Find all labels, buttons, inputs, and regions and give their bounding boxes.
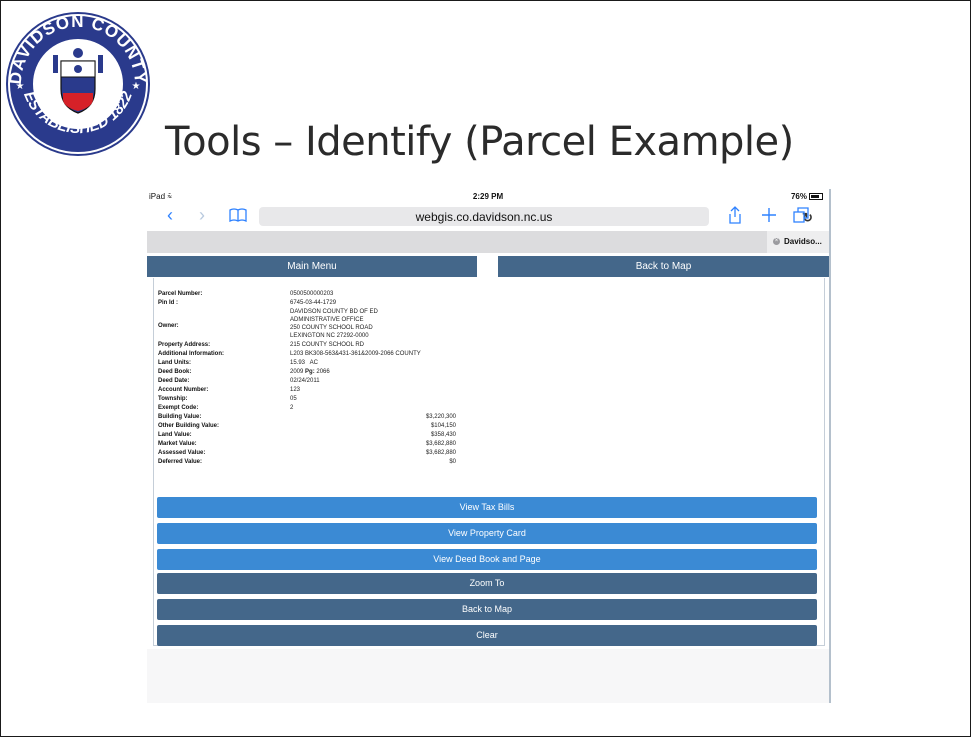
back-to-map-button[interactable]: Back to Map — [157, 599, 817, 620]
property-address-label: Property Address: — [158, 342, 211, 348]
browser-tab[interactable]: × Davidso... — [767, 231, 829, 253]
land-value-label: Land Value: — [158, 432, 192, 438]
owner-line-4: LEXINGTON NC 27292-0000 — [290, 333, 369, 339]
owner-line-2: ADMINISTRATIVE OFFICE — [290, 317, 364, 323]
ipad-screenshot: iPad ⩯ 2:29 PM 76% ‹ › webgis.co.davidso… — [147, 189, 831, 703]
davidson-county-seal-logo: DAVIDSON COUNTY ESTABLISHED 1822 ★ ★ — [6, 12, 150, 156]
deed-date-value: 02/24/2011 — [290, 378, 320, 384]
township-label: Township: — [158, 396, 188, 402]
building-value-amount: $3,220,300 — [425, 414, 456, 420]
account-number-value: 123 — [290, 387, 301, 393]
owner-line-1: DAVIDSON COUNTY BD OF ED — [290, 309, 378, 315]
tabs-icon[interactable] — [793, 207, 810, 223]
view-deed-book-button[interactable]: View Deed Book and Page — [157, 549, 817, 570]
main-menu-button[interactable]: Main Menu — [147, 256, 477, 277]
slide-title: Tools – Identify (Parcel Example) — [165, 119, 794, 165]
deed-date-label: Deed Date: — [158, 378, 190, 384]
ios-status-bar: iPad ⩯ 2:29 PM 76% — [147, 189, 829, 203]
browser-tab-strip: × Davidso... — [147, 231, 829, 253]
deferred-value-label: Deferred Value: — [158, 459, 203, 465]
owner-label: Owner: — [158, 323, 179, 329]
exempt-code-label: Exempt Code: — [158, 405, 199, 411]
bookmarks-icon[interactable] — [229, 208, 247, 222]
deferred-value-amount: $0 — [449, 459, 456, 465]
deed-book-label: Deed Book: — [158, 369, 192, 375]
market-value-label: Market Value: — [158, 441, 197, 447]
zoom-to-button[interactable]: Zoom To — [157, 573, 817, 594]
account-number-label: Account Number: — [158, 387, 209, 393]
battery-percent: 76% — [790, 192, 807, 201]
parcel-number-label: Parcel Number: — [158, 291, 203, 297]
address-bar[interactable]: webgis.co.davidson.nc.us ↻ — [259, 207, 813, 226]
property-address-value: 215 COUNTY SCHOOL RD — [290, 342, 365, 348]
back-to-map-top-button[interactable]: Back to Map — [498, 256, 829, 277]
assessed-value-label: Assessed Value: — [158, 450, 206, 456]
pin-id-value: 6745-03-44-1729 — [290, 300, 337, 306]
deed-book-number: 2009 — [290, 369, 304, 375]
other-building-value-label: Other Building Value: — [158, 423, 220, 429]
township-value: 05 — [290, 396, 297, 402]
land-units-label: Land Units: — [158, 360, 191, 366]
other-building-value-amount: $104,150 — [430, 423, 456, 429]
close-tab-icon[interactable]: × — [773, 238, 780, 245]
view-property-card-button[interactable]: View Property Card — [157, 523, 817, 544]
deed-book-value: 2009 Pg: 2066 — [290, 369, 330, 375]
forward-icon[interactable]: › — [199, 205, 205, 225]
svg-text:★: ★ — [16, 81, 25, 92]
parcel-number-value: 0500500000203 — [290, 291, 334, 297]
deed-page-label: Pg: — [303, 369, 317, 375]
pin-id-label: Pin Id : — [158, 300, 178, 306]
land-units-value: 15.93 AC — [290, 360, 319, 366]
svg-text:★: ★ — [132, 81, 141, 92]
additional-info-label: Additional Information: — [158, 351, 224, 357]
presentation-slide: DAVIDSON COUNTY ESTABLISHED 1822 ★ ★ Too… — [0, 0, 971, 737]
clock-label: 2:29 PM — [472, 192, 504, 201]
safari-toolbar: ‹ › webgis.co.davidson.nc.us ↻ — [147, 203, 829, 229]
market-value-amount: $3,682,880 — [425, 441, 456, 447]
land-value-amount: $358,430 — [430, 432, 456, 438]
owner-line-3: 250 COUNTY SCHOOL ROAD — [290, 325, 373, 331]
clear-button[interactable]: Clear — [157, 625, 817, 646]
tab-label: Davidso... — [784, 237, 822, 246]
battery-indicator: 76% — [791, 192, 823, 201]
assessed-value-amount: $3,682,880 — [425, 450, 456, 456]
back-icon[interactable]: ‹ — [167, 205, 173, 225]
battery-icon — [809, 193, 823, 201]
url-text: webgis.co.davidson.nc.us — [415, 210, 553, 224]
new-tab-icon[interactable] — [761, 207, 777, 223]
additional-info-value: L203 BK308-563&431-361&2009-2066 COUNTY — [290, 351, 421, 357]
share-icon[interactable] — [728, 206, 742, 224]
view-tax-bills-button[interactable]: View Tax Bills — [157, 497, 817, 518]
deed-page-number: 2066 — [316, 369, 330, 375]
identify-results-panel: Parcel Number: 0500500000203 Pin Id : 67… — [147, 278, 829, 646]
building-value-label: Building Value: — [158, 414, 202, 420]
page-bottom-area — [147, 649, 829, 703]
exempt-code-value: 2 — [290, 405, 294, 411]
